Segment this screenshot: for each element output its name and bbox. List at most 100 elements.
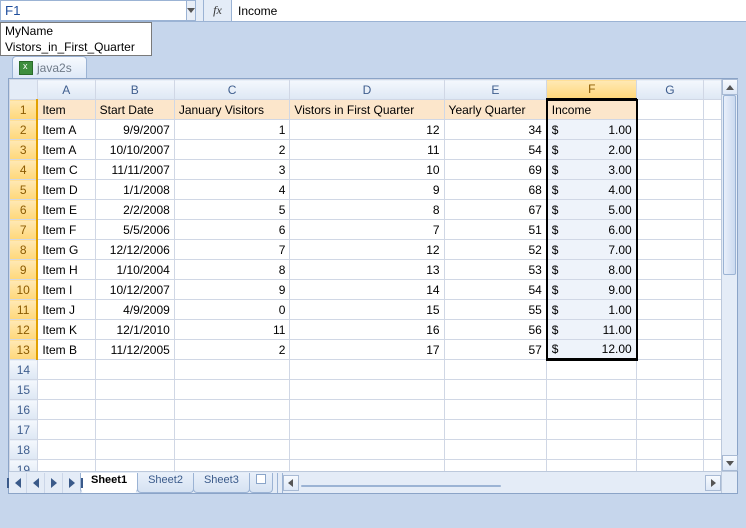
cell[interactable] (637, 340, 703, 360)
cell[interactable]: 11 (174, 320, 290, 340)
cell[interactable]: 13 (290, 260, 444, 280)
cell[interactable]: Item J (37, 300, 95, 320)
cell[interactable] (547, 400, 637, 420)
cell[interactable]: 5 (174, 200, 290, 220)
cell[interactable]: 54 (444, 140, 547, 160)
cell[interactable] (95, 420, 174, 440)
cell[interactable] (37, 460, 95, 472)
cell[interactable]: Item F (37, 220, 95, 240)
hscroll-thumb[interactable] (301, 485, 501, 487)
cell[interactable] (95, 440, 174, 460)
cell[interactable]: 54 (444, 280, 547, 300)
defined-name-item[interactable]: MyName (1, 23, 151, 39)
cell[interactable] (290, 440, 444, 460)
sheet-nav-next[interactable] (45, 473, 63, 493)
cell[interactable]: $5.00 (547, 200, 637, 220)
cell[interactable] (290, 400, 444, 420)
cell[interactable] (703, 200, 721, 220)
cell[interactable] (547, 420, 637, 440)
cell[interactable]: Start Date (95, 100, 174, 120)
cell[interactable] (95, 460, 174, 472)
name-box-dropdown-list[interactable]: MyName Vistors_in_First_Quarter (0, 22, 152, 56)
cell[interactable] (637, 360, 703, 380)
vscroll-track[interactable] (722, 95, 737, 455)
spreadsheet-grid[interactable]: ABCDEFGH1ItemStart DateJanuary VisitorsV… (9, 79, 721, 471)
cell[interactable]: 1/10/2004 (95, 260, 174, 280)
cell[interactable] (174, 420, 290, 440)
cell[interactable]: 7 (174, 240, 290, 260)
cell[interactable]: 55 (444, 300, 547, 320)
cell[interactable]: Item H (37, 260, 95, 280)
cell[interactable] (703, 300, 721, 320)
column-header-F[interactable]: F (547, 80, 637, 100)
cell[interactable]: 51 (444, 220, 547, 240)
cell[interactable] (637, 320, 703, 340)
cell[interactable] (637, 400, 703, 420)
cell[interactable]: Item (37, 100, 95, 120)
workbook-window-tab[interactable]: java2s (12, 56, 87, 78)
cell[interactable]: 2 (174, 140, 290, 160)
cell[interactable]: Item I (37, 280, 95, 300)
cell[interactable] (637, 140, 703, 160)
cell[interactable]: Yearly Quarter (444, 100, 547, 120)
row-header-17[interactable]: 17 (10, 420, 38, 440)
column-header-A[interactable]: A (37, 80, 95, 100)
grid-scroll-area[interactable]: ABCDEFGH1ItemStart DateJanuary VisitorsV… (9, 79, 721, 471)
cell[interactable] (637, 380, 703, 400)
row-header-19[interactable]: 19 (10, 460, 38, 472)
cell[interactable] (703, 280, 721, 300)
cell[interactable]: 4/9/2009 (95, 300, 174, 320)
cell[interactable]: 1 (174, 120, 290, 140)
cell[interactable] (174, 440, 290, 460)
cell[interactable]: Item D (37, 180, 95, 200)
cell[interactable] (637, 260, 703, 280)
cell[interactable] (637, 460, 703, 472)
cell[interactable] (290, 420, 444, 440)
cell[interactable] (547, 380, 637, 400)
cell[interactable] (703, 440, 721, 460)
cell[interactable] (37, 380, 95, 400)
cell[interactable]: 11 (290, 140, 444, 160)
cell[interactable] (95, 380, 174, 400)
column-header-E[interactable]: E (444, 80, 547, 100)
cell[interactable] (703, 380, 721, 400)
cell[interactable]: 2/2/2008 (95, 200, 174, 220)
column-header-D[interactable]: D (290, 80, 444, 100)
vertical-scrollbar[interactable] (721, 79, 737, 471)
cell[interactable] (290, 460, 444, 472)
cell[interactable] (637, 120, 703, 140)
sheet-nav-first[interactable] (9, 473, 27, 493)
cell[interactable]: 56 (444, 320, 547, 340)
cell[interactable] (637, 420, 703, 440)
cell[interactable]: $6.00 (547, 220, 637, 240)
cell[interactable] (95, 360, 174, 380)
cell[interactable]: $11.00 (547, 320, 637, 340)
column-header-C[interactable]: C (174, 80, 290, 100)
column-header-H[interactable]: H (703, 80, 721, 100)
cell[interactable]: 12/1/2010 (95, 320, 174, 340)
cell[interactable]: 16 (290, 320, 444, 340)
cell[interactable]: $12.00 (547, 340, 637, 360)
cell[interactable] (37, 400, 95, 420)
cell[interactable]: Item G (37, 240, 95, 260)
defined-name-item[interactable]: Vistors_in_First_Quarter (1, 39, 151, 55)
cell[interactable]: 57 (444, 340, 547, 360)
cell[interactable] (637, 200, 703, 220)
cell[interactable]: Item K (37, 320, 95, 340)
cell[interactable]: 12 (290, 120, 444, 140)
cell[interactable] (290, 360, 444, 380)
sheet-tab-sheet1[interactable]: Sheet1 (80, 473, 138, 493)
cell[interactable]: $1.00 (547, 300, 637, 320)
row-header-8[interactable]: 8 (10, 240, 38, 260)
row-header-15[interactable]: 15 (10, 380, 38, 400)
cell[interactable]: 14 (290, 280, 444, 300)
row-header-18[interactable]: 18 (10, 440, 38, 460)
row-header-6[interactable]: 6 (10, 200, 38, 220)
cell[interactable] (637, 300, 703, 320)
cell[interactable] (637, 240, 703, 260)
cell[interactable] (703, 340, 721, 360)
cell[interactable] (444, 420, 547, 440)
cell[interactable] (703, 180, 721, 200)
scroll-left-button[interactable] (283, 475, 299, 491)
sheet-nav-prev[interactable] (27, 473, 45, 493)
